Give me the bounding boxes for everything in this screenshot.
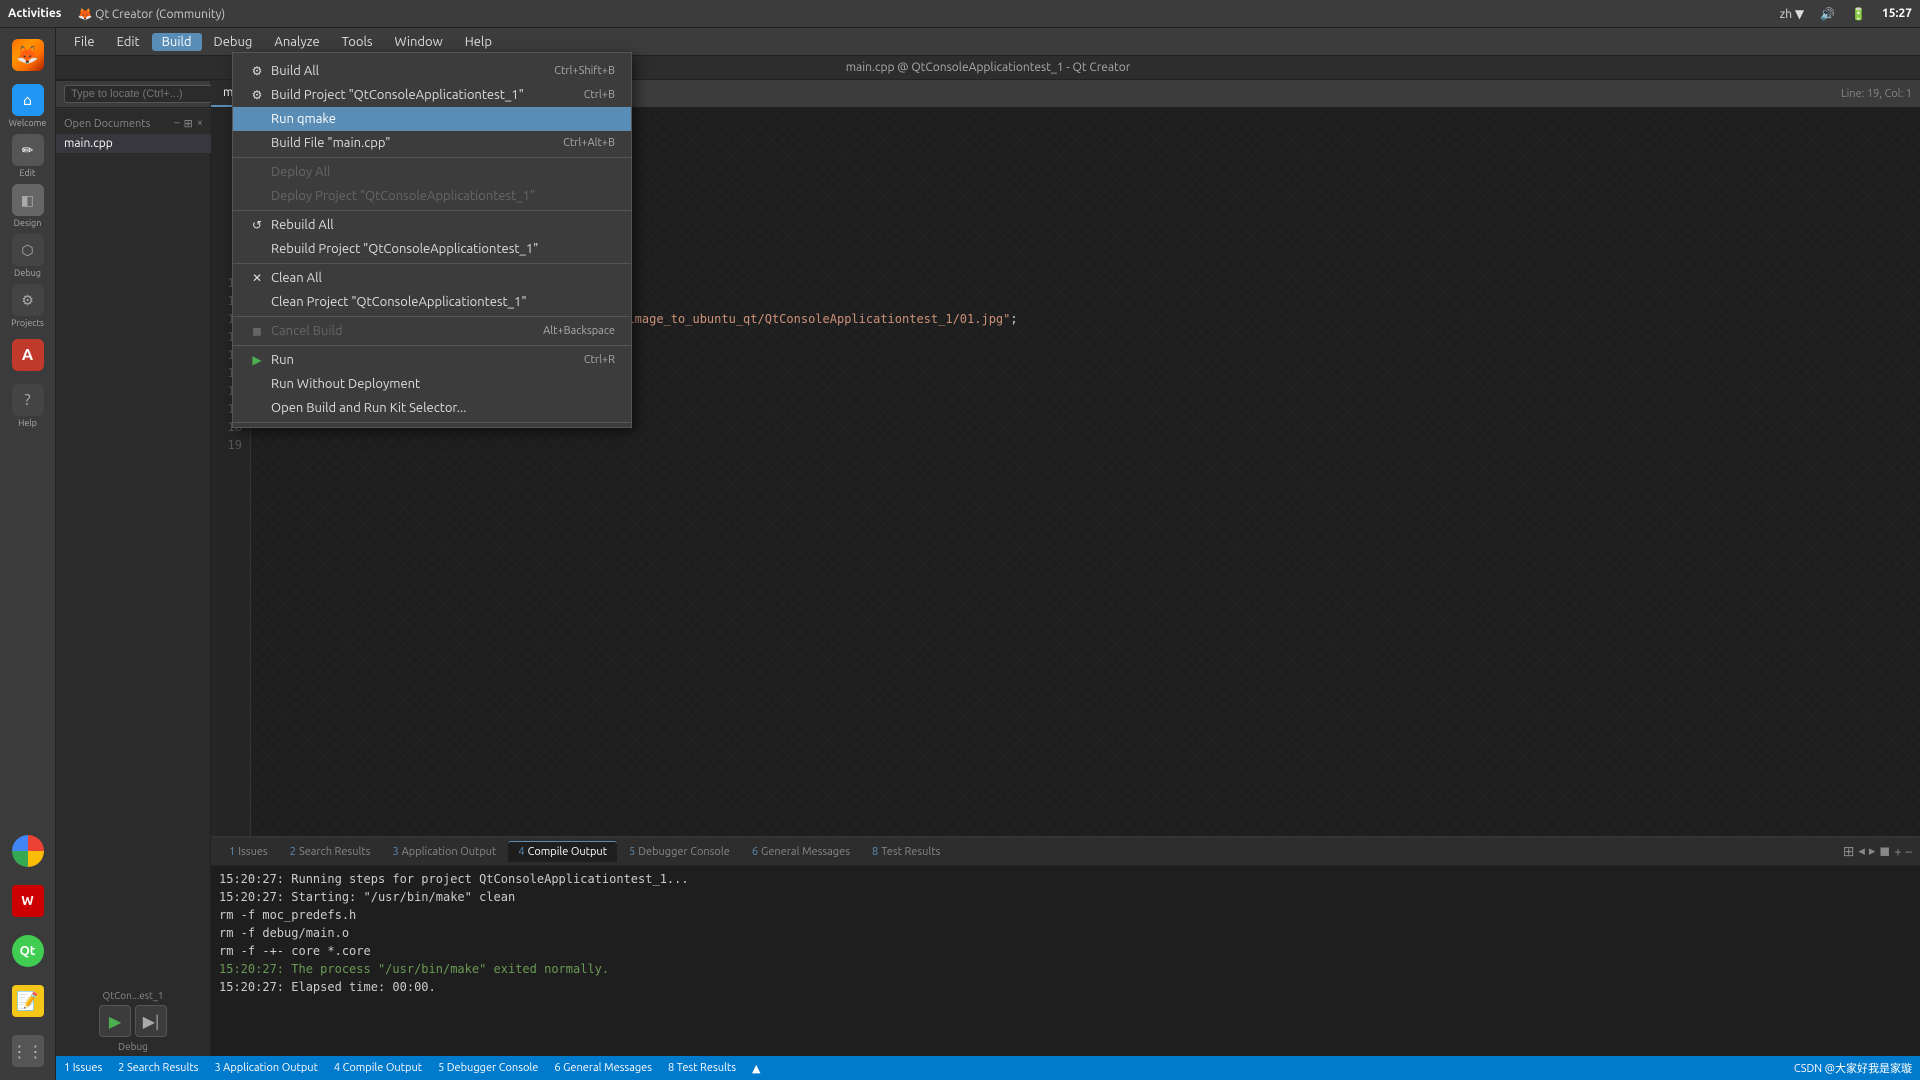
menu-run-label: Run — [271, 353, 294, 367]
menu-run-qmake[interactable]: Run qmake — [233, 107, 631, 131]
deploy-all-icon — [249, 164, 265, 180]
menu-build-file[interactable]: Build File "main.cpp" Ctrl+Alt+B — [233, 131, 631, 155]
build-file-shortcut: Ctrl+Alt+B — [563, 137, 615, 149]
run-qmake-icon — [249, 111, 265, 127]
menu-deploy-all-label: Deploy All — [271, 165, 330, 179]
menu-kit-selector[interactable]: Open Build and Run Kit Selector... — [233, 396, 631, 420]
build-project-icon: ⚙ — [249, 87, 265, 103]
menu-rebuild-all-label: Rebuild All — [271, 218, 334, 232]
menu-cancel-build: ◼ Cancel Build Alt+Backspace — [233, 319, 631, 343]
build-all-icon: ⚙ — [249, 63, 265, 79]
kit-selector-icon — [249, 400, 265, 416]
menu-build-project-label: Build Project "QtConsoleApplicationtest_… — [271, 88, 524, 102]
run-no-deploy-icon — [249, 376, 265, 392]
clean-project-icon — [249, 294, 265, 310]
menu-run[interactable]: ▶ Run Ctrl+R — [233, 348, 631, 372]
rebuild-project-icon — [249, 241, 265, 257]
menu-run-qmake-label: Run qmake — [271, 112, 336, 126]
build-menu-section-4: ✕ Clean All Clean Project "QtConsoleAppl… — [233, 264, 631, 317]
menu-run-no-deploy-label: Run Without Deployment — [271, 377, 420, 391]
menu-deploy-project-label: Deploy Project "QtConsoleApplicationtest… — [271, 189, 535, 203]
deploy-project-icon — [249, 188, 265, 204]
menu-clean-project[interactable]: Clean Project "QtConsoleApplicationtest_… — [233, 290, 631, 314]
menu-build-all[interactable]: ⚙ Build All Ctrl+Shift+B — [233, 59, 631, 83]
menu-deploy-all: Deploy All — [233, 160, 631, 184]
build-menu-section-1: ⚙ Build All Ctrl+Shift+B ⚙ Build Project… — [233, 57, 631, 158]
clean-all-icon: ✕ — [249, 270, 265, 286]
menu-rebuild-project-label: Rebuild Project "QtConsoleApplicationtes… — [271, 242, 538, 256]
rebuild-all-icon: ↺ — [249, 217, 265, 233]
menu-run-no-deploy[interactable]: Run Without Deployment — [233, 372, 631, 396]
menu-build-all-label: Build All — [271, 64, 319, 78]
build-menu-section-2: Deploy All Deploy Project "QtConsoleAppl… — [233, 158, 631, 211]
menu-deploy-project: Deploy Project "QtConsoleApplicationtest… — [233, 184, 631, 208]
menu-clean-all[interactable]: ✕ Clean All — [233, 266, 631, 290]
build-menu-section-3: ↺ Rebuild All Rebuild Project "QtConsole… — [233, 211, 631, 264]
menu-rebuild-project[interactable]: Rebuild Project "QtConsoleApplicationtes… — [233, 237, 631, 261]
menu-cancel-build-label: Cancel Build — [271, 324, 343, 338]
menu-rebuild-all[interactable]: ↺ Rebuild All — [233, 213, 631, 237]
build-menu: ⚙ Build All Ctrl+Shift+B ⚙ Build Project… — [232, 52, 632, 428]
build-menu-section-6: ▶ Run Ctrl+R Run Without Deployment Open… — [233, 346, 631, 423]
run-shortcut: Ctrl+R — [584, 354, 615, 366]
build-file-icon — [249, 135, 265, 151]
menu-clean-project-label: Clean Project "QtConsoleApplicationtest_… — [271, 295, 527, 309]
cancel-build-shortcut: Alt+Backspace — [543, 325, 615, 337]
menu-clean-all-label: Clean All — [271, 271, 322, 285]
menu-build-file-label: Build File "main.cpp" — [271, 136, 390, 150]
menu-kit-selector-label: Open Build and Run Kit Selector... — [271, 401, 466, 415]
cancel-build-icon: ◼ — [249, 323, 265, 339]
menu-build-project[interactable]: ⚙ Build Project "QtConsoleApplicationtes… — [233, 83, 631, 107]
build-all-shortcut: Ctrl+Shift+B — [554, 65, 615, 77]
run-icon: ▶ — [249, 352, 265, 368]
build-project-shortcut: Ctrl+B — [584, 89, 615, 101]
build-menu-section-5: ◼ Cancel Build Alt+Backspace — [233, 317, 631, 346]
